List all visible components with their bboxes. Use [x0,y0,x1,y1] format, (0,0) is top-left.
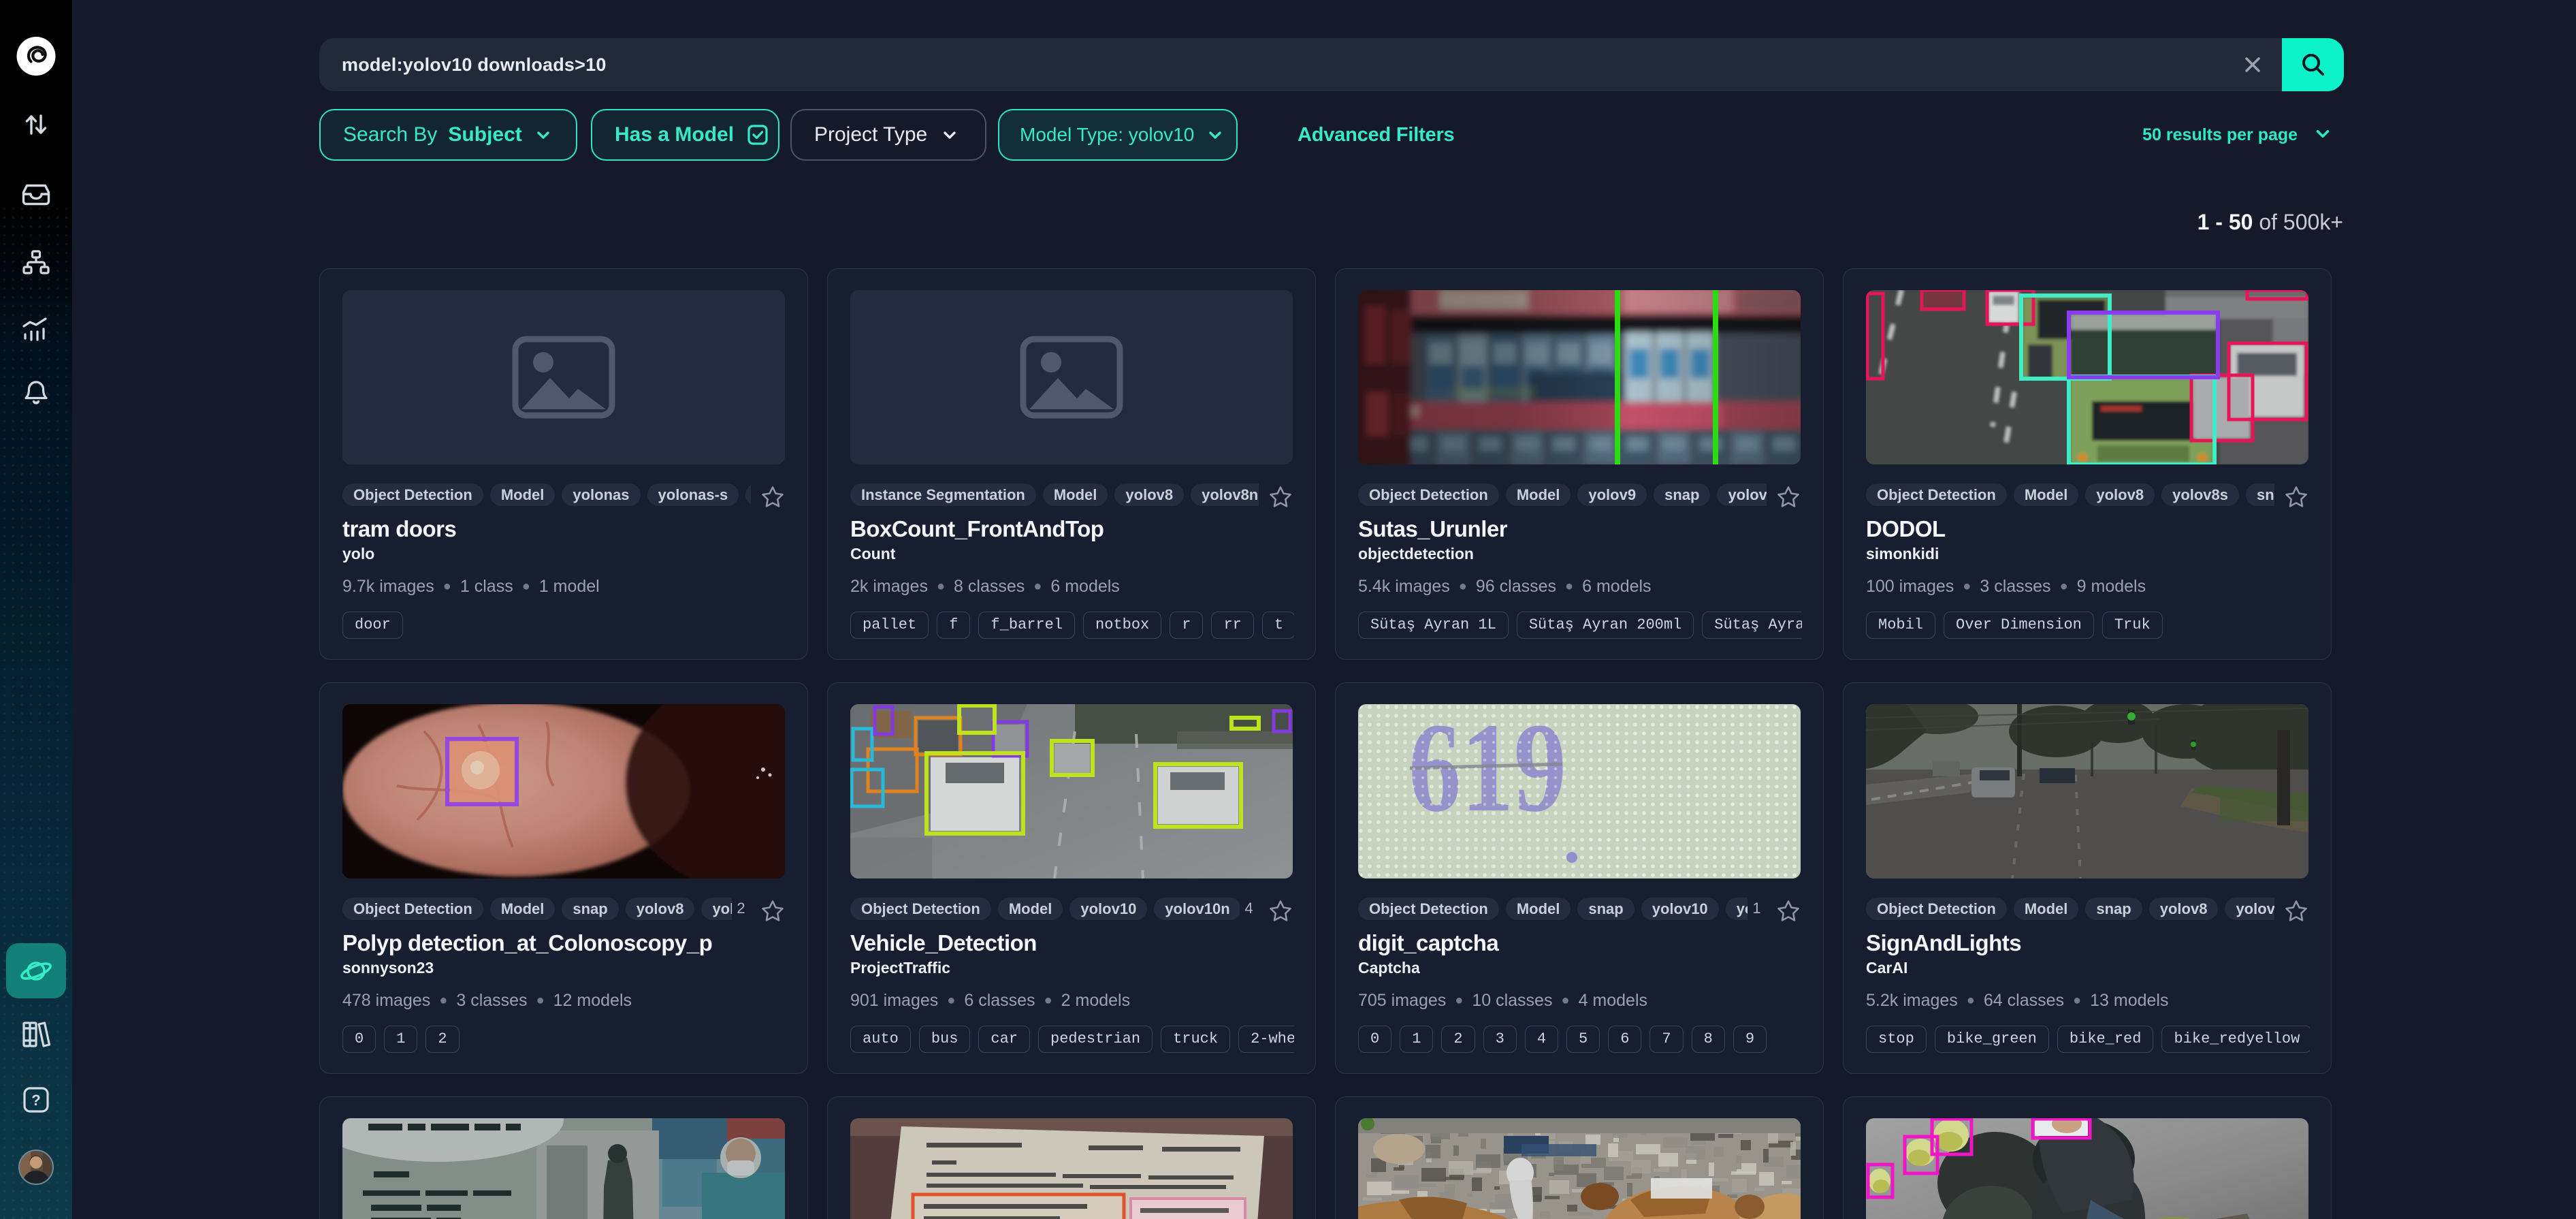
svg-text:?: ? [31,1092,40,1109]
